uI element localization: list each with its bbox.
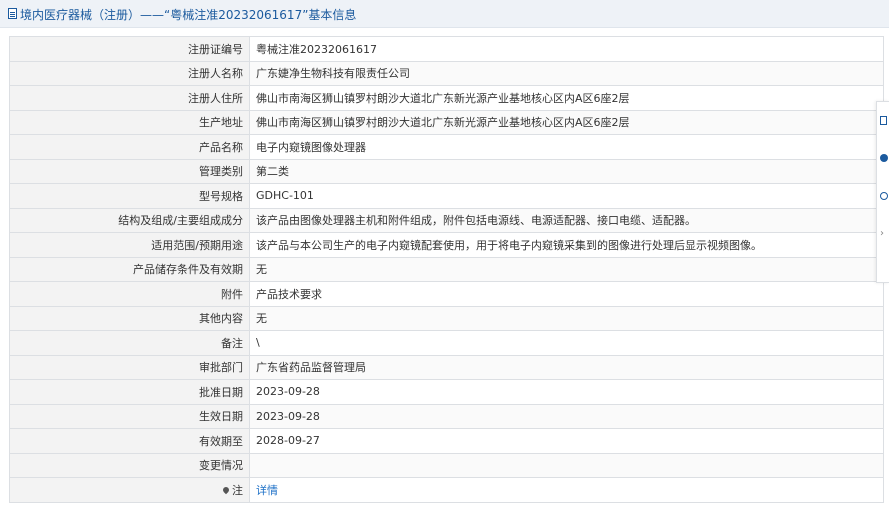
table-row: 注册证编号 粤械注准20232061617 (9, 36, 884, 62)
table-row: 变更情况 (9, 452, 884, 478)
close-icon[interactable]: › (880, 229, 884, 239)
row-label: 变更情况 (9, 452, 250, 478)
table-row: 注册人名称 广东婕净生物科技有限责任公司 (9, 60, 884, 86)
table-row: 产品储存条件及有效期 无 (9, 256, 884, 282)
row-value: 2023-09-28 (249, 403, 884, 429)
row-label: 结构及组成/主要组成成分 (9, 207, 250, 233)
note-label: 注 (232, 483, 243, 497)
row-value: 该产品由图像处理器主机和附件组成，附件包括电源线、电源适配器、接口电缆、适配器。 (249, 207, 884, 233)
row-label: 管理类别 (9, 158, 250, 184)
note-label-cell: 注 (9, 477, 250, 503)
row-value: 佛山市南海区狮山镇罗村朗沙大道北广东新光源产业基地核心区内A区6座2层 (249, 109, 884, 135)
row-value: \ (249, 330, 884, 356)
table-row: 型号规格 GDHC-101 (9, 183, 884, 209)
row-label: 附件 (9, 281, 250, 307)
share-icon[interactable] (880, 192, 888, 200)
table-row: 备注 \ (9, 330, 884, 356)
table-row: 注册人住所 佛山市南海区狮山镇罗村朗沙大道北广东新光源产业基地核心区内A区6座2… (9, 85, 884, 111)
row-label: 注册证编号 (9, 36, 250, 62)
document-icon[interactable] (880, 116, 887, 125)
info-icon[interactable] (880, 154, 888, 162)
table-row: 生产地址 佛山市南海区狮山镇罗村朗沙大道北广东新光源产业基地核心区内A区6座2层 (9, 109, 884, 135)
document-icon (8, 8, 17, 19)
row-value: 广东省药品监督管理局 (249, 354, 884, 380)
row-label: 其他内容 (9, 305, 250, 331)
row-label: 审批部门 (9, 354, 250, 380)
row-value: 电子内窥镜图像处理器 (249, 134, 884, 160)
table-row: 有效期至 2028-09-27 (9, 428, 884, 454)
row-value: 广东婕净生物科技有限责任公司 (249, 60, 884, 86)
table-row: 审批部门 广东省药品监督管理局 (9, 354, 884, 380)
row-label: 产品储存条件及有效期 (9, 256, 250, 282)
table-row: 批准日期 2023-09-28 (9, 379, 884, 405)
row-label: 注册人住所 (9, 85, 250, 111)
row-label: 生产地址 (9, 109, 250, 135)
row-label: 适用范围/预期用途 (9, 232, 250, 258)
table-row-note: 注 详情 (9, 477, 884, 503)
row-value (249, 452, 884, 478)
table-row: 附件 产品技术要求 (9, 281, 884, 307)
row-value: 2023-09-28 (249, 379, 884, 405)
row-label: 批准日期 (9, 379, 250, 405)
table-row: 适用范围/预期用途 该产品与本公司生产的电子内窥镜配套使用，用于将电子内窥镜采集… (9, 232, 884, 258)
details-link[interactable]: 详情 (256, 484, 278, 497)
row-value: GDHC-101 (249, 183, 884, 209)
table-row: 结构及组成/主要组成成分 该产品由图像处理器主机和附件组成，附件包括电源线、电源… (9, 207, 884, 233)
page-header: 境内医疗器械（注册）——“粤械注准20232061617”基本信息 (0, 0, 889, 28)
row-value: 第二类 (249, 158, 884, 184)
row-value: 产品技术要求 (249, 281, 884, 307)
detail-table: 注册证编号 粤械注准20232061617 注册人名称 广东婕净生物科技有限责任… (9, 36, 884, 503)
note-value-cell: 详情 (249, 477, 884, 503)
row-label: 生效日期 (9, 403, 250, 429)
table-row: 产品名称 电子内窥镜图像处理器 (9, 134, 884, 160)
row-value: 2028-09-27 (249, 428, 884, 454)
pin-icon (221, 485, 231, 494)
row-label: 有效期至 (9, 428, 250, 454)
row-value: 该产品与本公司生产的电子内窥镜配套使用，用于将电子内窥镜采集到的图像进行处理后显… (249, 232, 884, 258)
row-value: 无 (249, 305, 884, 331)
page-title: 境内医疗器械（注册）——“粤械注准20232061617”基本信息 (20, 8, 357, 22)
row-value: 无 (249, 256, 884, 282)
table-row: 管理类别 第二类 (9, 158, 884, 184)
row-label: 产品名称 (9, 134, 250, 160)
row-label: 型号规格 (9, 183, 250, 209)
side-toolbar: › (876, 101, 889, 283)
row-value: 粤械注准20232061617 (249, 36, 884, 62)
table-row: 其他内容 无 (9, 305, 884, 331)
row-label: 注册人名称 (9, 60, 250, 86)
table-row: 生效日期 2023-09-28 (9, 403, 884, 429)
row-value: 佛山市南海区狮山镇罗村朗沙大道北广东新光源产业基地核心区内A区6座2层 (249, 85, 884, 111)
row-label: 备注 (9, 330, 250, 356)
